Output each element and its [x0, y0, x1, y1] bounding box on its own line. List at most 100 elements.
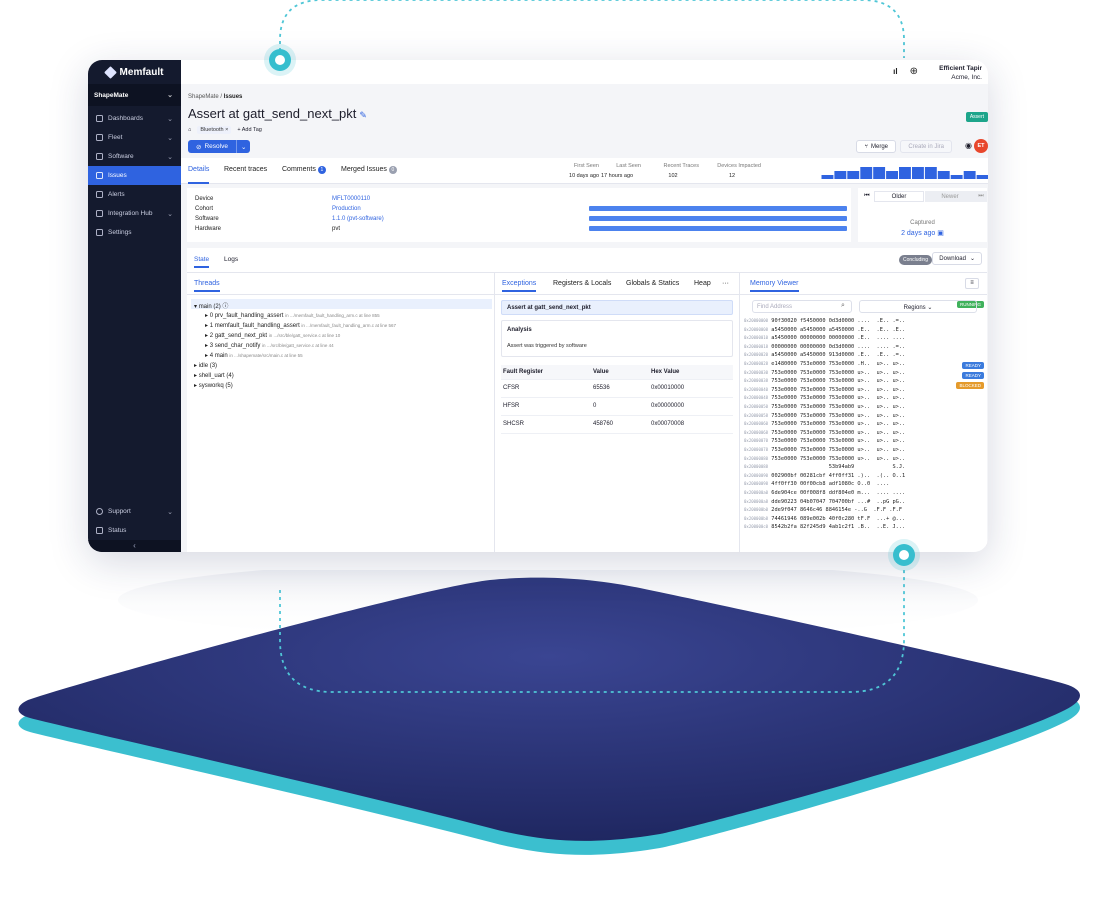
chevron-down-icon: ⌄ — [167, 115, 173, 123]
tab-logs[interactable]: Logs — [224, 256, 238, 263]
column-header: Hex Value — [651, 369, 680, 375]
tab-globals-statics[interactable]: Globals & Statics — [626, 280, 679, 287]
edit-pencil-icon[interactable]: ✎ — [359, 110, 367, 120]
brand[interactable]: Memfault — [88, 60, 181, 84]
newer-button[interactable]: Newer — [925, 191, 975, 202]
memory-settings-icon[interactable]: ≡ — [965, 278, 979, 289]
more-tabs-icon[interactable]: ··· — [722, 280, 729, 287]
sidebar-item-issues[interactable]: Issues — [88, 166, 181, 185]
user-menu[interactable]: Efficient Tapir Acme, Inc. — [939, 64, 982, 82]
sidebar-item-fleet[interactable]: Fleet ⌄ — [88, 128, 181, 147]
memory-bytes: a5450000 a5450000 913d0000 .E.. .E.. .=.… — [771, 352, 906, 359]
stat-value: 17 hours ago — [601, 173, 634, 179]
memory-address: 0x20000058 — [744, 412, 769, 418]
tag-chip[interactable]: Bluetooth × — [197, 126, 232, 134]
top-bar: ıl ⊕ Efficient Tapir Acme, Inc. — [181, 60, 988, 84]
search-icon[interactable]: ⌕ — [841, 302, 845, 310]
stack-frame[interactable]: ▸ 0 prv_fault_handling_assert in .../mem… — [205, 312, 380, 319]
stack-frame[interactable]: ▸ 1 memfault_fault_handling_assert in ..… — [205, 322, 396, 329]
stack-frame[interactable]: ▸ 2 gatt_send_next_pkt in .../src/ble/ga… — [205, 332, 340, 339]
tab-recent-traces[interactable]: Recent traces — [224, 166, 267, 173]
thread-idle[interactable]: ▸ idle (3) — [194, 362, 217, 369]
project-selector[interactable]: ShapeMate ⌄ — [88, 84, 181, 106]
sidebar-item-integration-hub[interactable]: Integration Hub ⌄ — [88, 204, 181, 223]
tab-merged-issues[interactable]: Merged Issues 0 — [341, 166, 397, 174]
collapse-sidebar-button[interactable]: ‹ — [88, 540, 181, 552]
hardware-value: pvt — [332, 226, 341, 232]
chevron-down-icon: ⌄ — [167, 92, 173, 99]
memory-bytes: 6de904ce 00f008f8 ddf804e0 m... .... ...… — [771, 490, 906, 496]
chevron-left-icon: ‹ — [133, 541, 136, 550]
sidebar-item-dashboards[interactable]: Dashboards ⌄ — [88, 109, 181, 128]
resolve-dropdown-chevron-icon[interactable]: ⌄ — [237, 143, 250, 151]
tab-state[interactable]: State — [194, 256, 210, 268]
tab-registers-locals[interactable]: Registers & Locals — [553, 280, 611, 287]
tab-label: Merged Issues — [341, 166, 387, 173]
stat-label: First Seen — [573, 163, 599, 169]
histogram-bar — [873, 167, 886, 179]
trace-navigation: ⏮ Older Newer ⏭ Captured 2 days ago ▣ — [858, 188, 987, 242]
column-header: Fault Register — [503, 369, 544, 375]
divider — [494, 272, 495, 552]
stage: Memfault ShapeMate ⌄ Dashboards ⌄ Fleet … — [0, 0, 1097, 908]
thread-main-row[interactable] — [191, 299, 492, 309]
find-address-input[interactable]: Find Address — [752, 300, 852, 313]
column-header: Value — [593, 369, 609, 375]
sidebar-item-software[interactable]: Software ⌄ — [88, 147, 181, 166]
merged-count-badge: 0 — [388, 166, 397, 174]
frame-file: in .../src/ble/gatt_service.c at line 10 — [268, 333, 341, 338]
regions-select[interactable]: Regions ⌄ — [859, 300, 977, 313]
sidebar-item-alerts[interactable]: Alerts — [88, 185, 181, 204]
table-row: HFSR 0 0x00000000 — [501, 398, 733, 416]
memory-address: 0x20000068 — [744, 429, 769, 435]
breadcrumb-project[interactable]: ShapeMate — [188, 94, 219, 100]
histogram-bar — [963, 171, 976, 179]
trace-details-panel: Device MFLT0000110 Cohort Production Sof… — [187, 188, 851, 242]
thread-label: main (2) — [198, 304, 221, 310]
chart-icon — [96, 115, 103, 122]
tab-heap[interactable]: Heap — [694, 280, 711, 287]
thread-shell-uart[interactable]: ▸ shell_uart (4) — [194, 372, 234, 379]
histogram-bar — [912, 167, 924, 179]
avatar[interactable]: ET — [974, 139, 988, 153]
thread-main[interactable]: ▾ main (2) ⓘ — [194, 301, 228, 310]
memory-bytes: 53b94ab9 S.J. — [771, 464, 906, 471]
older-button[interactable]: Older — [874, 191, 924, 202]
memory-row: 0x20000068 753e0000 753e0000 753e0000 u>… — [744, 430, 905, 436]
memory-bytes: a5450000 a5450000 a5450000 .E.. .E.. .E.… — [771, 326, 906, 333]
tab-exceptions[interactable]: Exceptions — [502, 280, 537, 292]
memory-row: 0x200000b0 2de9f047 8646c46 8846154e -..… — [744, 507, 902, 513]
software-link[interactable]: 1.1.0 (pvt-software) — [332, 216, 384, 222]
download-button[interactable]: Download ⌄ — [932, 252, 982, 265]
create-in-jira-button[interactable]: Create in Jira — [900, 140, 952, 153]
sidebar-item-settings[interactable]: Settings — [88, 223, 181, 242]
captured-value[interactable]: 2 days ago ▣ — [858, 229, 987, 237]
sidebar-item-label: Dashboards — [108, 115, 144, 122]
tab-details[interactable]: Details — [188, 166, 210, 184]
add-tag-button[interactable]: + Add Tag — [237, 127, 262, 133]
regions-label: Regions — [903, 305, 926, 311]
stack-frame[interactable]: ▸ 4 main in .../shapemate/src/main.c at … — [205, 352, 303, 359]
resolve-button[interactable]: ⊘ Resolve — [188, 140, 237, 153]
memory-row: 0x20000080 753e0000 753e0000 753e0000 u>… — [744, 456, 905, 462]
sidebar-item-status[interactable]: Status — [88, 521, 181, 540]
signal-icon[interactable]: ıl — [893, 67, 897, 76]
watch-eye-icon[interactable]: ◉ — [965, 141, 972, 150]
memory-bytes: 90f30020 f5450000 0d3d0000 .... .E.. .=.… — [771, 318, 906, 324]
last-trace-icon[interactable]: ⏭ — [975, 191, 987, 202]
first-trace-icon[interactable]: ⏮ — [860, 191, 874, 202]
divider — [187, 294, 494, 295]
tab-comments[interactable]: Comments 1 — [282, 166, 326, 174]
thread-state-badge: READY — [962, 372, 984, 379]
merge-button[interactable]: ⑂ Merge — [856, 140, 896, 153]
sidebar-item-support[interactable]: Support ⌄ — [88, 502, 181, 521]
stack-frame[interactable]: ▸ 3 send_char_notify in .../src/ble/gatt… — [205, 342, 334, 349]
device-link[interactable]: MFLT0000110 — [332, 196, 370, 202]
thread-sysworkq[interactable]: ▸ sysworkq (5) — [194, 382, 233, 389]
globe-icon[interactable]: ⊕ — [910, 66, 918, 77]
memory-viewer-title: Memory Viewer — [750, 280, 799, 292]
cohort-link[interactable]: Production — [332, 206, 361, 212]
connector-dot-icon — [888, 539, 920, 571]
frame-label: 3 send_char_notify — [209, 343, 261, 349]
stat-value: 12 — [728, 173, 736, 179]
